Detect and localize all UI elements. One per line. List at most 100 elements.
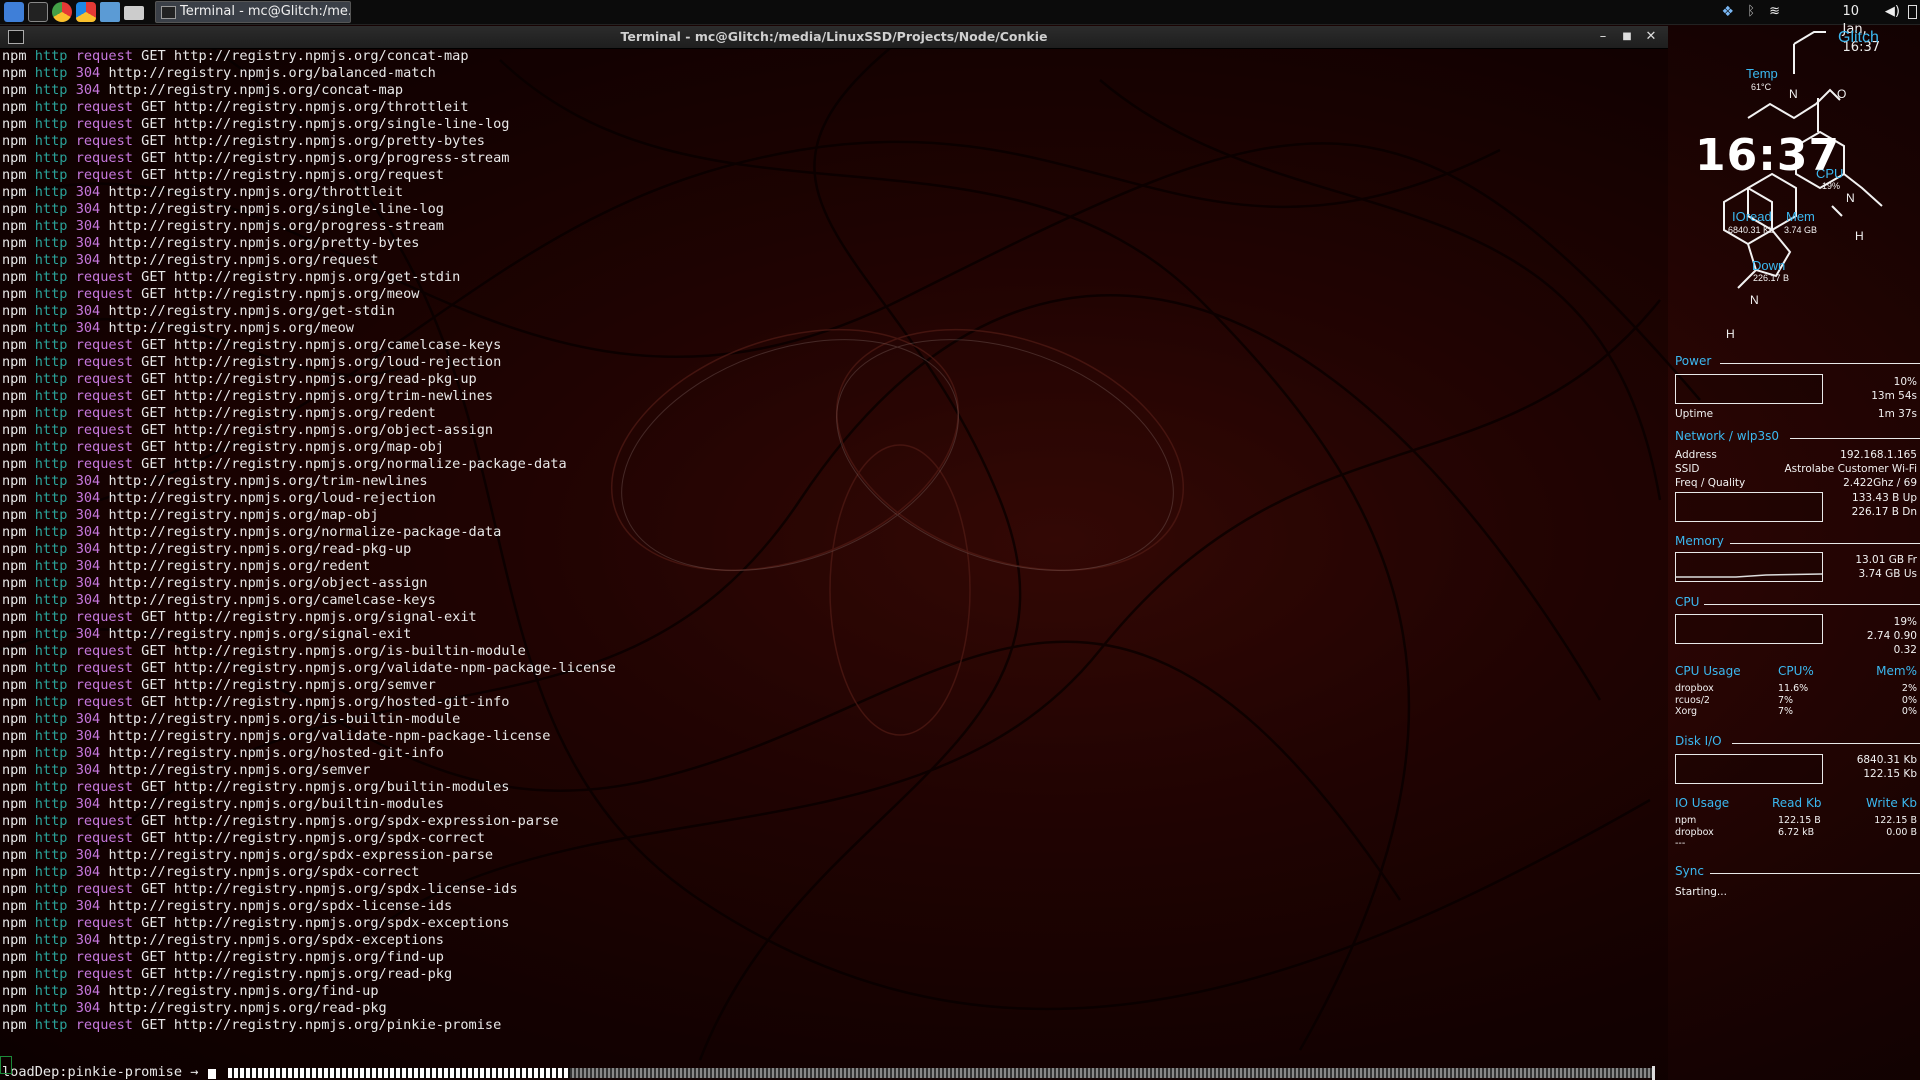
log-status: request xyxy=(75,677,133,693)
log-line: npm http request GET http://registry.npm… xyxy=(2,966,452,983)
log-status: request xyxy=(75,269,133,285)
log-line: npm http request GET http://registry.npm… xyxy=(2,133,485,150)
drive-icon[interactable] xyxy=(124,6,144,20)
chrome-icon[interactable] xyxy=(52,2,72,22)
log-prefix: npm xyxy=(2,592,27,608)
log-protocol: http xyxy=(34,405,68,421)
log-line: npm http 304 http://registry.npmjs.org/c… xyxy=(2,82,403,99)
read-kb-header: Read Kb xyxy=(1772,796,1822,810)
log-prefix: npm xyxy=(2,490,27,506)
log-status: 304 xyxy=(75,864,101,880)
log-url: GET http://registry.npmjs.org/pretty-byt… xyxy=(141,133,485,149)
log-protocol: http xyxy=(34,796,68,812)
log-status: request xyxy=(75,456,133,472)
log-status: request xyxy=(75,1017,133,1033)
menu-icon[interactable] xyxy=(4,2,24,22)
log-line: npm http request GET http://registry.npm… xyxy=(2,439,444,456)
log-prefix: npm xyxy=(2,252,27,268)
log-url: GET http://registry.npmjs.org/loud-rejec… xyxy=(141,354,502,370)
log-prefix: npm xyxy=(2,915,27,931)
log-status: 304 xyxy=(75,847,101,863)
atom-o: O xyxy=(1837,87,1846,101)
log-url: GET http://registry.npmjs.org/meow xyxy=(141,286,420,302)
battery-icon[interactable] xyxy=(1908,5,1917,19)
log-line: npm http request GET http://registry.npm… xyxy=(2,1017,501,1034)
log-protocol: http xyxy=(34,218,68,234)
log-status: request xyxy=(75,99,133,115)
uptime-value: 1m 37s xyxy=(1877,408,1917,420)
folder-icon[interactable] xyxy=(100,2,120,22)
log-protocol: http xyxy=(34,983,68,999)
log-status: 304 xyxy=(75,932,101,948)
log-status: request xyxy=(75,779,133,795)
log-protocol: http xyxy=(34,711,68,727)
terminal-titlebar[interactable]: Terminal - mc@Glitch:/media/LinuxSSD/Pro… xyxy=(0,26,1668,49)
log-protocol: http xyxy=(34,932,68,948)
clock-datetime[interactable]: 10 Jan, 16:37 xyxy=(1843,3,1880,55)
log-line: npm http 304 http://registry.npmjs.org/t… xyxy=(2,184,403,201)
memory-used: 3.74 GB Us xyxy=(1858,568,1917,580)
log-prefix: npm xyxy=(2,218,27,234)
log-status: request xyxy=(75,354,133,370)
conky-clock: 16:37 xyxy=(1695,130,1841,181)
dropbox-icon[interactable]: ❖ xyxy=(1721,3,1734,21)
log-prefix: npm xyxy=(2,813,27,829)
log-url: GET http://registry.npmjs.org/normalize-… xyxy=(141,456,567,472)
maximize-icon[interactable]: ■ xyxy=(1618,28,1636,46)
log-prefix: npm xyxy=(2,286,27,302)
volume-icon[interactable]: ◀) xyxy=(1885,3,1900,21)
log-url: GET http://registry.npmjs.org/spdx-licen… xyxy=(141,881,518,897)
log-protocol: http xyxy=(34,1017,68,1033)
progress-bar xyxy=(228,1068,1652,1078)
terminal-output[interactable]: npm http request GET http://registry.npm… xyxy=(0,48,1668,1080)
log-url: GET http://registry.npmjs.org/semver xyxy=(141,677,436,693)
log-protocol: http xyxy=(34,966,68,982)
log-prefix: npm xyxy=(2,694,27,710)
log-url: GET http://registry.npmjs.org/throttleit xyxy=(141,99,469,115)
log-prefix: npm xyxy=(2,65,27,81)
wifi-icon[interactable]: ≋ xyxy=(1769,3,1780,21)
log-prefix: npm xyxy=(2,439,27,455)
log-url: http://registry.npmjs.org/spdx-exception… xyxy=(108,932,444,948)
log-protocol: http xyxy=(34,82,68,98)
log-status: 304 xyxy=(75,65,101,81)
log-status: 304 xyxy=(75,524,101,540)
log-protocol: http xyxy=(34,235,68,251)
chrome-alt-icon[interactable] xyxy=(76,2,96,22)
terminal-icon[interactable] xyxy=(28,2,48,22)
log-line: npm http request GET http://registry.npm… xyxy=(2,167,444,184)
log-status: 304 xyxy=(75,898,101,914)
log-protocol: http xyxy=(34,524,68,540)
taskbar-terminal-button[interactable]: Terminal - mc@Glitch:/me... xyxy=(155,1,351,23)
terminal-cursor xyxy=(208,1069,216,1079)
terminal-window[interactable]: Terminal - mc@Glitch:/media/LinuxSSD/Pro… xyxy=(0,26,1668,1080)
log-url: http://registry.npmjs.org/redent xyxy=(108,558,371,574)
log-line: npm http request GET http://registry.npm… xyxy=(2,881,518,898)
log-protocol: http xyxy=(34,915,68,931)
log-protocol: http xyxy=(34,354,68,370)
minimize-icon[interactable]: – xyxy=(1594,28,1612,46)
power-title: Power xyxy=(1675,354,1712,368)
log-prefix: npm xyxy=(2,779,27,795)
log-status: request xyxy=(75,133,133,149)
log-prefix: npm xyxy=(2,881,27,897)
progress-label: loadDep:pinkie-promise → xyxy=(2,1064,199,1080)
log-line: npm http request GET http://registry.npm… xyxy=(2,371,477,388)
bluetooth-icon[interactable]: ᛒ xyxy=(1747,3,1755,21)
log-prefix: npm xyxy=(2,507,27,523)
molecule-graphic: Glitch Temp 61°C N O CPU 19% N H IOread … xyxy=(1723,29,1883,341)
freq-value: 2.422Ghz / 69 xyxy=(1843,477,1917,489)
log-prefix: npm xyxy=(2,371,27,387)
cpu-usage-cell: 7% xyxy=(1778,694,1794,706)
log-url: http://registry.npmjs.org/read-pkg xyxy=(108,1000,387,1016)
cpu-graph xyxy=(1675,614,1823,644)
sync-status: Starting... xyxy=(1675,886,1727,898)
log-url: GET http://registry.npmjs.org/progress-s… xyxy=(141,150,510,166)
log-protocol: http xyxy=(34,184,68,200)
close-icon[interactable]: ✕ xyxy=(1642,28,1660,46)
log-status: 304 xyxy=(75,303,101,319)
log-line: npm http 304 http://registry.npmjs.org/s… xyxy=(2,847,493,864)
log-prefix: npm xyxy=(2,541,27,557)
log-prefix: npm xyxy=(2,48,27,64)
disk-read: 6840.31 Kb xyxy=(1856,754,1917,766)
